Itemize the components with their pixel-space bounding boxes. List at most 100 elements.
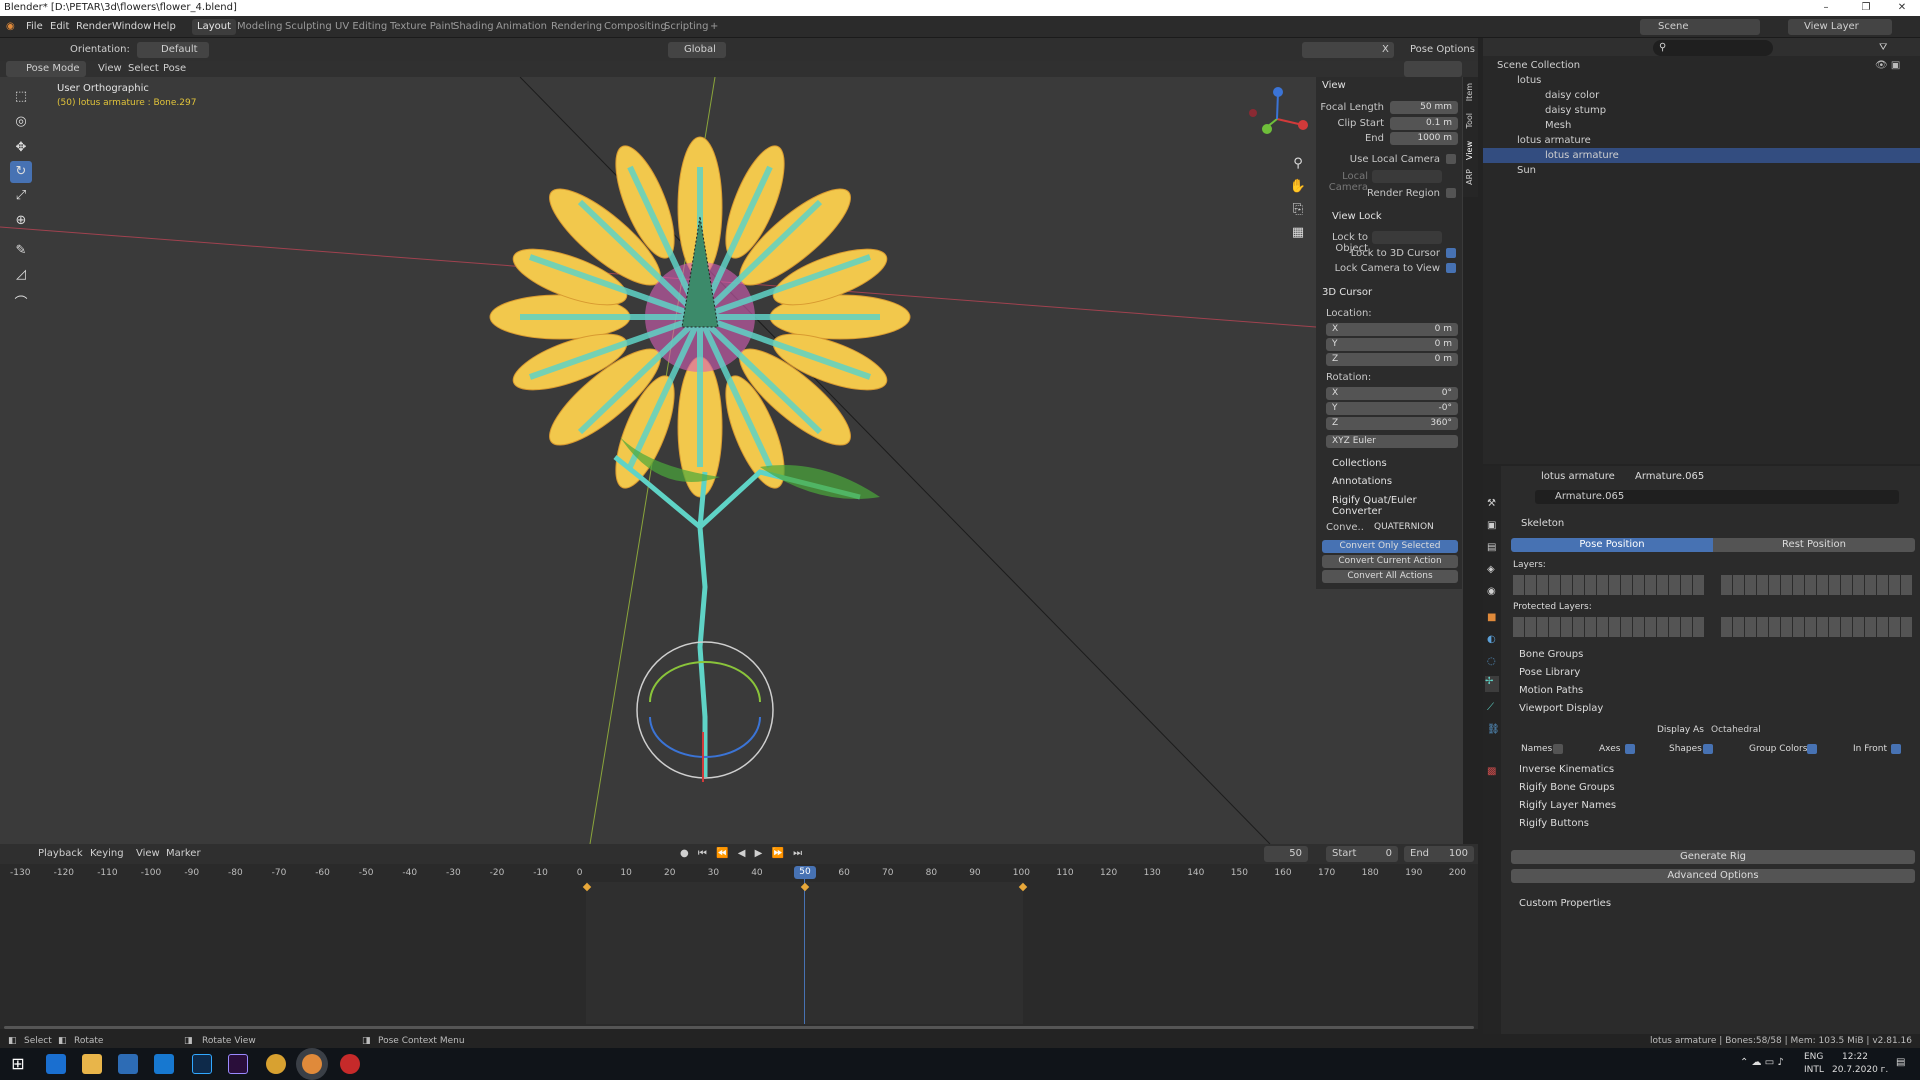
minimize-icon[interactable]: – [1808, 0, 1844, 16]
convert-current-action-button[interactable]: Convert Current Action [1322, 555, 1458, 568]
tab-item[interactable]: Item [1465, 83, 1474, 101]
world-tab-icon[interactable]: ◉ [1487, 586, 1496, 597]
file-explorer-icon[interactable] [82, 1054, 102, 1074]
protected-layers-grid-a[interactable] [1513, 617, 1705, 637]
orientation-dropdown[interactable]: Default [137, 42, 209, 58]
protected-layers-grid-b[interactable] [1721, 617, 1913, 637]
outliner-scene-collection[interactable]: Scene Collection [1483, 58, 1920, 73]
cursor-location-z[interactable]: Z 0 m [1326, 353, 1458, 366]
edge-icon[interactable] [46, 1054, 66, 1074]
filter-icon[interactable]: ⛛ [1879, 40, 1887, 56]
clock-date[interactable]: 20.7.2020 г. [1832, 1065, 1888, 1075]
pan-hand-icon[interactable]: ✋ [1287, 176, 1309, 198]
focal-length-field[interactable]: 50 mm [1390, 101, 1458, 114]
rest-position-button[interactable]: Rest Position [1713, 538, 1915, 552]
outliner-search-input[interactable]: ⚲ [1653, 40, 1773, 56]
close-icon[interactable]: ✕ [1884, 0, 1920, 16]
armature-data-tab-icon[interactable]: ✢ [1485, 676, 1499, 692]
mail-icon[interactable] [154, 1054, 174, 1074]
move-tool-icon[interactable]: ✥ [10, 137, 32, 159]
blender-logo-icon[interactable]: ◉ [6, 21, 15, 32]
scene-tab-icon[interactable]: ◈ [1487, 564, 1495, 575]
bone-groups-panel[interactable]: Bone Groups [1519, 649, 1583, 660]
collections-panel[interactable]: Collections [1332, 458, 1387, 469]
view-panel-title[interactable]: View [1322, 80, 1346, 91]
tab-arp[interactable]: ARP [1465, 169, 1474, 185]
rigify-layer-names-panel[interactable]: Rigify Layer Names [1519, 800, 1616, 811]
clip-start-field[interactable]: 0.1 m [1390, 117, 1458, 130]
outliner-collection-lotus[interactable]: lotus [1483, 73, 1920, 88]
blender-taskbar-icon[interactable] [302, 1054, 322, 1074]
use-local-camera-checkbox[interactable] [1446, 154, 1456, 164]
layers-grid-a[interactable] [1513, 575, 1705, 595]
cursor-rotation-x[interactable]: X 0° [1326, 387, 1458, 400]
scene-selector[interactable]: Scene [1640, 19, 1760, 35]
outliner-object-lotus-armature[interactable]: lotus armature [1483, 148, 1920, 163]
tab-view[interactable]: View [1465, 141, 1474, 160]
chrome-icon[interactable] [266, 1054, 286, 1074]
lock-to-object-field[interactable] [1372, 231, 1442, 244]
frame-ruler[interactable]: -130 -120 -110 -100 -90 -80 -70 -60 -50 -40 -30 -20… [0, 844, 1478, 884]
lock-camera-to-view-checkbox[interactable] [1446, 263, 1456, 273]
view-layer-selector[interactable]: View Layer [1788, 19, 1892, 35]
motion-paths-panel[interactable]: Motion Paths [1519, 685, 1583, 696]
viewport-display-panel-title[interactable]: Viewport Display [1519, 703, 1603, 714]
pose-menu[interactable]: Pose [163, 61, 186, 77]
names-checkbox[interactable] [1553, 744, 1563, 754]
tab-layout[interactable]: Layout [192, 19, 236, 35]
rigify-buttons-panel-title[interactable]: Rigify Buttons [1519, 818, 1589, 829]
menu-render[interactable]: Render [76, 21, 112, 32]
converter-dropdown[interactable]: QUATERNION [1368, 521, 1458, 534]
camera-view-icon[interactable]: ⎘ [1287, 199, 1309, 221]
render-region-checkbox[interactable] [1446, 188, 1456, 198]
convert-all-actions-button[interactable]: Convert All Actions [1322, 570, 1458, 583]
pose-position-button[interactable]: Pose Position [1511, 538, 1713, 552]
breadcrumb-object[interactable]: lotus armature [1541, 471, 1615, 482]
chat-app-icon[interactable] [340, 1054, 360, 1074]
3d-cursor-title[interactable]: 3D Cursor [1322, 287, 1372, 298]
after-effects-icon[interactable] [228, 1054, 248, 1074]
axes-checkbox[interactable] [1625, 744, 1635, 754]
visibility-icons[interactable]: 👁 ▣ [1875, 58, 1900, 73]
3d-viewport[interactable]: User Orthographic (50) lotus armature : … [0, 77, 1463, 844]
timeline-scrollbar[interactable] [4, 1026, 1474, 1029]
notifications-icon[interactable]: ▤ [1896, 1057, 1905, 1068]
annotations-panel[interactable]: Annotations [1332, 476, 1392, 487]
cursor-tool-icon[interactable]: ◎ [10, 111, 32, 133]
lock-to-3d-cursor-checkbox[interactable] [1446, 248, 1456, 258]
menu-file[interactable]: File [26, 21, 43, 32]
skeleton-panel-title[interactable]: Skeleton [1521, 518, 1564, 529]
transform-tool-icon[interactable]: ⊕ [10, 210, 32, 232]
tab-uv-editing[interactable]: UV Editing [330, 19, 392, 35]
language-2[interactable]: INTL [1804, 1065, 1824, 1075]
view-lock-title[interactable]: View Lock [1332, 211, 1382, 222]
object-tab-icon[interactable]: ■ [1487, 612, 1496, 623]
maximize-icon[interactable]: ❐ [1848, 0, 1884, 16]
armature-datablock-field[interactable]: Armature.065 [1535, 490, 1899, 504]
pose-library-panel[interactable]: Pose Library [1519, 667, 1580, 678]
timeline-editor[interactable]: Playback Keying View Marker ● ⏮ ⏪ ◀ ▶ ⏩ … [0, 844, 1478, 1029]
playhead-frame-label[interactable]: 50 [794, 866, 816, 879]
custom-properties-panel[interactable]: Custom Properties [1519, 898, 1611, 909]
rigify-converter-title[interactable]: Rigify Quat/Euler Converter [1332, 495, 1462, 517]
shapes-checkbox[interactable] [1703, 744, 1713, 754]
cursor-location-x[interactable]: X 0 m [1326, 323, 1458, 336]
mode-dropdown[interactable]: Pose Mode [6, 61, 86, 77]
navigation-gizmo[interactable] [1245, 87, 1315, 147]
convert-only-selected-button[interactable]: Convert Only Selected [1322, 540, 1458, 553]
texture-tab-icon[interactable]: ▩ [1487, 766, 1496, 777]
language-1[interactable]: ENG [1804, 1052, 1823, 1062]
rotate-tool-icon[interactable]: ↻ [10, 161, 32, 183]
output-tab-icon[interactable]: ▤ [1487, 542, 1496, 553]
clock-time[interactable]: 12:22 [1842, 1052, 1868, 1062]
pose-options-dropdown[interactable]: Pose Options [1410, 42, 1475, 58]
tab-tool[interactable]: Tool [1465, 113, 1474, 129]
menu-window[interactable]: Window [112, 21, 151, 32]
outliner-object-daisy-color[interactable]: daisy color [1483, 88, 1920, 103]
tray-icons[interactable]: ⌃ ☁ ▭ ♪ [1740, 1057, 1784, 1068]
menu-help[interactable]: Help [153, 21, 176, 32]
tab-animation[interactable]: Animation [491, 19, 552, 35]
outliner-object-daisy-stump[interactable]: daisy stump [1483, 103, 1920, 118]
rigify-bone-groups-panel[interactable]: Rigify Bone Groups [1519, 782, 1615, 793]
tab-sculpting[interactable]: Sculpting [280, 19, 337, 35]
